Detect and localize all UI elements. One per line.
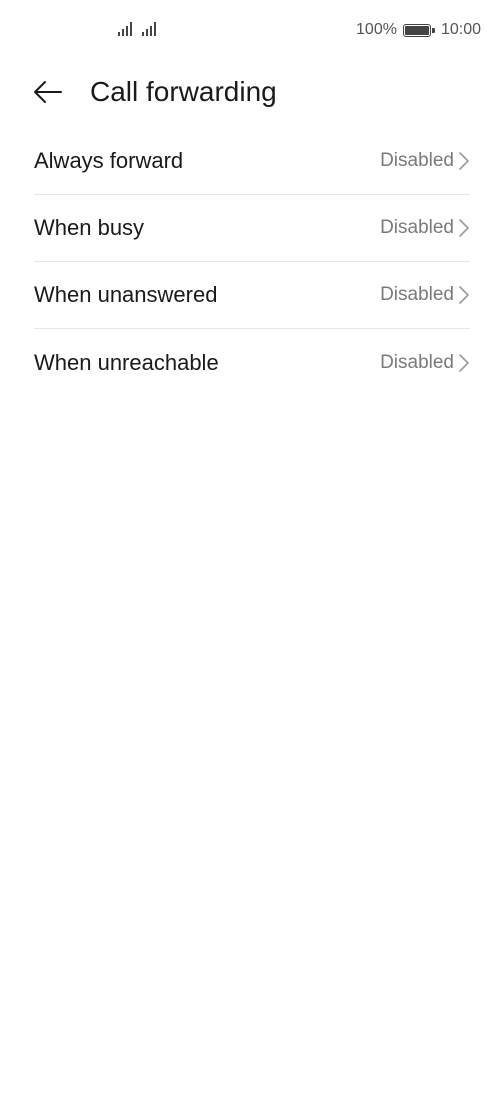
item-right: Disabled bbox=[380, 150, 470, 172]
back-button[interactable] bbox=[30, 74, 66, 110]
item-status: Disabled bbox=[380, 351, 454, 373]
item-right: Disabled bbox=[380, 352, 470, 374]
battery-fill bbox=[404, 25, 429, 35]
list-item-when-unreachable[interactable]: When unreachable Disabled bbox=[34, 329, 470, 396]
item-status: Disabled bbox=[380, 150, 454, 171]
signal-icon bbox=[142, 20, 156, 36]
clock: 10:00 bbox=[440, 21, 481, 38]
chevron-right-icon bbox=[458, 218, 470, 238]
chevron-right-icon bbox=[458, 285, 470, 305]
status-right: 100% 10:00 bbox=[356, 21, 481, 39]
item-status: Disabled bbox=[380, 217, 454, 238]
item-right: Disabled bbox=[380, 217, 470, 239]
item-label: Always forward bbox=[34, 148, 184, 173]
battery-icon bbox=[402, 23, 435, 37]
list-item-when-busy[interactable]: When busy Disabled bbox=[34, 195, 470, 262]
battery-percent: 100% bbox=[356, 21, 397, 38]
item-label: When unanswered bbox=[34, 282, 218, 307]
item-status: Disabled bbox=[380, 284, 454, 305]
title-bar: Call forwarding bbox=[0, 62, 504, 122]
call-forwarding-list: Always forward Disabled When busy Disabl… bbox=[34, 128, 470, 396]
status-bar: 100% 10:00 bbox=[0, 0, 504, 62]
signal-indicators bbox=[118, 20, 156, 36]
chevron-right-icon bbox=[458, 353, 470, 373]
chevron-right-icon bbox=[458, 151, 470, 171]
item-right: Disabled bbox=[380, 284, 470, 306]
item-label: When unreachable bbox=[34, 349, 219, 375]
signal-icon bbox=[118, 20, 132, 36]
back-arrow-icon bbox=[34, 81, 62, 103]
list-item-always-forward[interactable]: Always forward Disabled bbox=[34, 128, 470, 195]
list-item-when-unanswered[interactable]: When unanswered Disabled bbox=[34, 262, 470, 329]
item-label: When busy bbox=[34, 215, 145, 240]
page-title: Call forwarding bbox=[90, 76, 277, 107]
